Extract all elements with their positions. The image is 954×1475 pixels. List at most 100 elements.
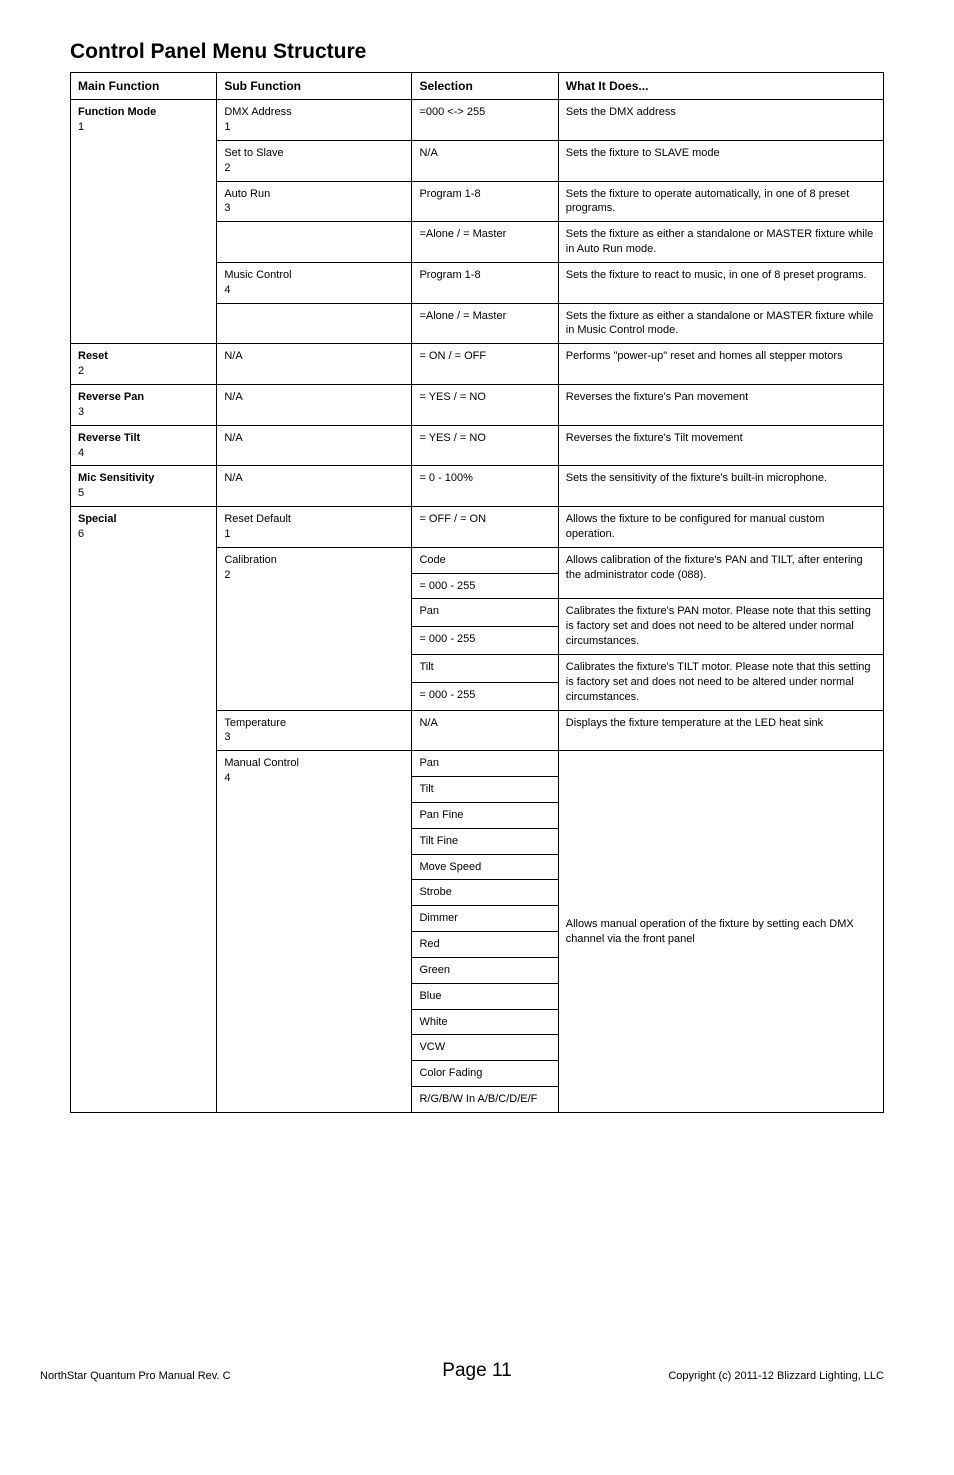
sub-function-cell: Music Control 4: [217, 262, 412, 303]
sub-function-cell: N/A: [217, 425, 412, 466]
selection-cell: Program 1-8: [412, 181, 558, 222]
main-function-label: Function Mode: [78, 106, 156, 118]
main-function-cell: Function Mode 1: [71, 100, 217, 344]
main-function-label: Mic Sensitivity: [78, 472, 154, 484]
selection-cell: = 000 - 255: [412, 682, 558, 710]
sub-num: 3: [224, 201, 404, 216]
selection-cell: Dimmer: [412, 906, 558, 932]
description-cell: Sets the fixture as either a standalone …: [558, 222, 883, 263]
selection-cell: R/G/B/W In A/B/C/D/E/F: [412, 1087, 558, 1113]
header-desc: What It Does...: [558, 73, 883, 100]
description-cell: Displays the fixture temperature at the …: [558, 710, 883, 751]
description-cell: Reverses the fixture's Pan movement: [558, 385, 883, 426]
selection-cell: Tilt: [412, 777, 558, 803]
sub-num: 2: [224, 568, 404, 583]
description-cell: Sets the DMX address: [558, 100, 883, 141]
sub-num: 3: [224, 730, 404, 745]
sub-function-cell: [217, 303, 412, 344]
selection-cell: = YES / = NO: [412, 385, 558, 426]
description-cell: Sets the fixture to SLAVE mode: [558, 140, 883, 181]
main-function-label: Special: [78, 513, 117, 525]
header-sub: Sub Function: [217, 73, 412, 100]
main-function-num: 5: [78, 486, 209, 501]
main-function-label: Reset: [78, 350, 108, 362]
sub-function-cell: [217, 222, 412, 263]
description-cell: Sets the sensitivity of the fixture's bu…: [558, 466, 883, 507]
selection-cell: Pan: [412, 751, 558, 777]
sub-function-cell: N/A: [217, 344, 412, 385]
description-cell: Sets the fixture as either a standalone …: [558, 303, 883, 344]
selection-cell: = 000 - 255: [412, 627, 558, 655]
selection-cell: Move Speed: [412, 854, 558, 880]
sub-num: 4: [224, 771, 404, 786]
footer-left: NorthStar Quantum Pro Manual Rev. C: [40, 1370, 231, 1382]
sub-function-cell: N/A: [217, 385, 412, 426]
table-row: Function Mode 1 DMX Address 1 =000 <-> 2…: [71, 100, 884, 141]
sub-label: Temperature: [224, 717, 286, 729]
selection-cell: Program 1-8: [412, 262, 558, 303]
sub-num: 4: [224, 283, 404, 298]
main-function-cell: Reverse Pan 3: [71, 385, 217, 426]
description-cell: Sets the fixture to operate automaticall…: [558, 181, 883, 222]
selection-cell: = 0 - 100%: [412, 466, 558, 507]
main-function-num: 4: [78, 446, 209, 461]
sub-function-cell: Manual Control 4: [217, 751, 412, 1113]
table-row: Special 6 Reset Default 1 = OFF / = ON A…: [71, 507, 884, 548]
header-sel: Selection: [412, 73, 558, 100]
selection-cell: Pan Fine: [412, 802, 558, 828]
sub-label: Set to Slave: [224, 147, 283, 159]
selection-cell: N/A: [412, 140, 558, 181]
sub-num: 1: [224, 527, 404, 542]
document-page: Control Panel Menu Structure Main Functi…: [0, 0, 954, 1400]
selection-cell: Red: [412, 932, 558, 958]
main-function-cell: Reset 2: [71, 344, 217, 385]
table-header-row: Main Function Sub Function Selection Wha…: [71, 73, 884, 100]
sub-num: 1: [224, 120, 404, 135]
main-function-num: 1: [78, 120, 209, 135]
selection-cell: =000 <-> 255: [412, 100, 558, 141]
description-cell: Reverses the fixture's Tilt movement: [558, 425, 883, 466]
sub-function-cell: Calibration 2: [217, 547, 412, 710]
selection-cell: VCW: [412, 1035, 558, 1061]
table-row: Reverse Pan 3 N/A = YES / = NO Reverses …: [71, 385, 884, 426]
selection-cell: Code: [412, 547, 558, 573]
main-function-cell: Special 6: [71, 507, 217, 1113]
page-title: Control Panel Menu Structure: [70, 40, 884, 64]
sub-function-cell: N/A: [217, 466, 412, 507]
main-function-cell: Reverse Tilt 4: [71, 425, 217, 466]
sub-function-cell: DMX Address 1: [217, 100, 412, 141]
selection-cell: =Alone / = Master: [412, 222, 558, 263]
selection-cell: = ON / = OFF: [412, 344, 558, 385]
selection-cell: = OFF / = ON: [412, 507, 558, 548]
sub-label: Music Control: [224, 269, 291, 281]
sub-function-cell: Temperature 3: [217, 710, 412, 751]
main-function-num: 6: [78, 527, 209, 542]
description-cell: Allows the fixture to be configured for …: [558, 507, 883, 548]
table-row: Reset 2 N/A = ON / = OFF Performs "power…: [71, 344, 884, 385]
sub-label: Auto Run: [224, 188, 270, 200]
selection-cell: Pan: [412, 599, 558, 627]
sub-label: Manual Control: [224, 757, 299, 769]
page-footer: Page 11 NorthStar Quantum Pro Manual Rev…: [0, 1370, 954, 1382]
description-cell: Calibrates the fixture's PAN motor. Plea…: [558, 599, 883, 655]
selection-cell: = 000 - 255: [412, 573, 558, 599]
main-function-num: 2: [78, 364, 209, 379]
menu-structure-table: Main Function Sub Function Selection Wha…: [70, 72, 884, 1113]
selection-cell: Blue: [412, 983, 558, 1009]
description-cell: Allows calibration of the fixture's PAN …: [558, 547, 883, 599]
sub-label: DMX Address: [224, 106, 291, 118]
header-main: Main Function: [71, 73, 217, 100]
selection-cell: Strobe: [412, 880, 558, 906]
selection-cell: =Alone / = Master: [412, 303, 558, 344]
main-function-num: 3: [78, 405, 209, 420]
selection-cell: Tilt Fine: [412, 828, 558, 854]
main-function-label: Reverse Pan: [78, 391, 144, 403]
sub-label: Reset Default: [224, 513, 291, 525]
table-row: Reverse Tilt 4 N/A = YES / = NO Reverses…: [71, 425, 884, 466]
description-cell: Calibrates the fixture's TILT motor. Ple…: [558, 654, 883, 710]
sub-label: Calibration: [224, 554, 277, 566]
main-function-cell: Mic Sensitivity 5: [71, 466, 217, 507]
selection-cell: N/A: [412, 710, 558, 751]
selection-cell: Tilt: [412, 654, 558, 682]
selection-cell: Color Fading: [412, 1061, 558, 1087]
